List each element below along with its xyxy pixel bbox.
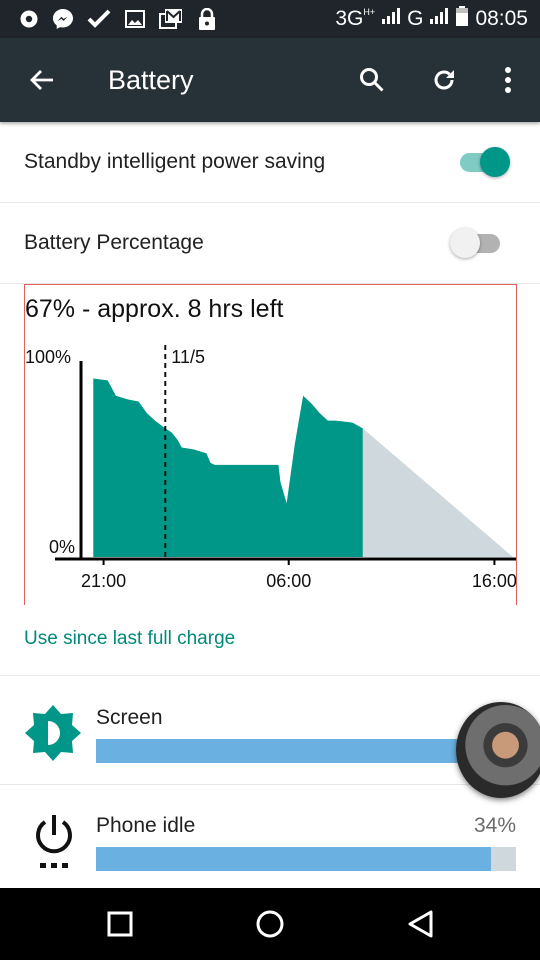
lock-icon xyxy=(196,8,218,30)
navigation-bar xyxy=(0,888,540,960)
standby-toggle[interactable] xyxy=(452,145,512,179)
messenger-icon xyxy=(50,8,76,30)
standby-label: Standby intelligent power saving xyxy=(24,150,326,173)
power-idle-icon xyxy=(32,813,76,876)
network-sub: H+ xyxy=(363,7,376,17)
home-icon xyxy=(256,910,284,938)
battery-percentage-row[interactable]: Battery Percentage xyxy=(0,203,540,284)
check-icon xyxy=(86,8,112,30)
clock: 08:05 xyxy=(475,7,528,30)
network-label: 3G xyxy=(335,7,364,30)
battery-percentage-label: Battery Percentage xyxy=(24,231,204,254)
refresh-icon xyxy=(434,70,454,90)
history-area xyxy=(93,378,363,557)
toggle-thumb xyxy=(450,228,480,258)
chart-plot: 100% 0% 11/5 21:00 06:00 16:00 xyxy=(25,345,516,591)
image-icon xyxy=(124,8,146,30)
battery-icon xyxy=(455,5,469,33)
back-triangle-icon xyxy=(408,910,433,938)
search-icon xyxy=(360,68,384,92)
use-since-full-charge-link[interactable]: Use since last full charge xyxy=(24,628,235,650)
usage-bar-fill xyxy=(96,847,491,871)
refresh-button[interactable] xyxy=(424,60,464,100)
chat-head-avatar[interactable] xyxy=(456,702,540,798)
app-toolbar: Battery xyxy=(0,38,540,122)
usage-name: Screen xyxy=(96,706,163,729)
brightness-icon xyxy=(24,704,82,767)
prediction-area xyxy=(362,428,513,557)
arrow-left-icon xyxy=(30,70,53,90)
gmail-icon xyxy=(158,8,184,30)
usage-percent: 34% xyxy=(473,814,516,837)
x-tick-label: 06:00 xyxy=(266,571,311,591)
signal-icon xyxy=(381,7,401,31)
second-network-label: G xyxy=(407,7,424,30)
standby-power-saving-row[interactable]: Standby intelligent power saving xyxy=(0,122,540,203)
x-tick-label: 21:00 xyxy=(81,571,126,591)
home-button[interactable] xyxy=(248,904,292,944)
recents-icon xyxy=(107,911,133,937)
day-marker-label: 11/5 xyxy=(171,347,205,367)
signal-icon-2 xyxy=(429,7,449,31)
radio-icon xyxy=(18,8,40,30)
more-vert-icon xyxy=(505,67,511,93)
y-label-bottom: 0% xyxy=(49,537,75,557)
network-type: 3GH+ xyxy=(335,7,375,31)
battery-percentage-toggle[interactable] xyxy=(444,226,504,260)
usage-bar xyxy=(96,739,516,763)
battery-history-chart: 67% - approx. 8 hrs left 100% 0% 11/5 21:… xyxy=(24,284,517,605)
page-title: Battery xyxy=(108,65,194,95)
usage-item-phone-idle[interactable]: Phone idle 34% xyxy=(0,785,540,888)
back-button[interactable] xyxy=(22,60,62,100)
search-button[interactable] xyxy=(352,60,392,100)
more-options-button[interactable] xyxy=(488,60,528,100)
usage-bar-fill xyxy=(96,739,495,763)
toggle-thumb xyxy=(480,147,510,177)
usage-bar xyxy=(96,847,516,871)
usage-name: Phone idle xyxy=(96,814,196,837)
recents-button[interactable] xyxy=(98,904,142,944)
status-bar: 3GH+ G 08:05 xyxy=(0,0,540,38)
y-label-top: 100% xyxy=(25,347,71,367)
x-tick-label: 16:00 xyxy=(472,571,516,591)
back-nav-button[interactable] xyxy=(398,904,442,944)
